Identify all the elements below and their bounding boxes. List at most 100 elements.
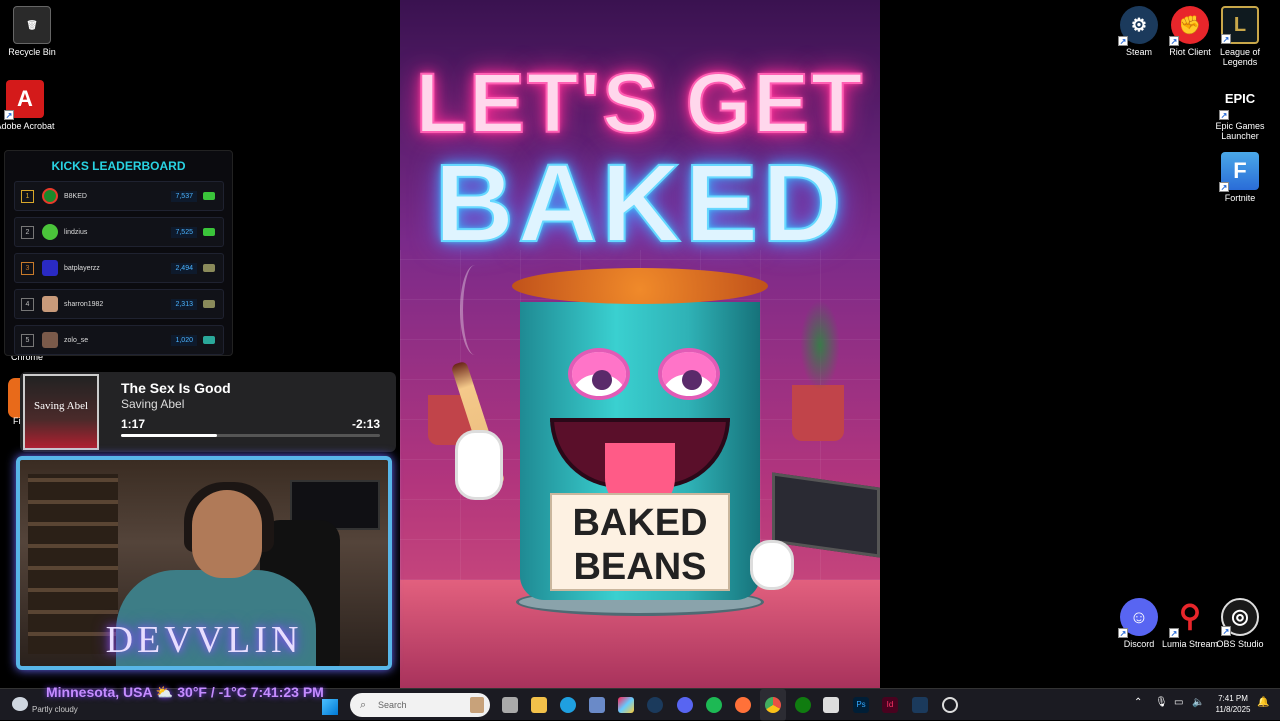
indesign-icon[interactable]: Id [882,697,898,713]
taskbar-weather[interactable]: Partly cloudy [32,705,78,714]
volume-icon[interactable]: 🔈 [1192,697,1204,708]
desktop-icon-epic-games[interactable]: EPIC ↗ Epic Games Launcher [1208,80,1272,141]
obs-taskbar-icon[interactable] [942,697,958,713]
wallpaper-poster: LET'S GET BAKED BAKED BEANS [400,0,880,688]
leaderboard-row: 2 lindzius 7,525 [14,217,224,247]
obs-icon: ◎ ↗ [1221,598,1259,636]
can-hand-right [750,540,794,590]
copilot-icon[interactable] [618,697,634,713]
taskbar-clock[interactable]: 7:41 PM 11/8/2025 [1210,693,1256,715]
icon-label: OBS Studio [1216,639,1264,649]
icon-label: Discord [1123,639,1155,649]
store-icon[interactable] [589,697,605,713]
icon-label: League of Legends [1219,47,1261,67]
webcam-overlay: DEVVLIN [16,456,392,670]
can-label: BAKED BEANS [550,493,730,591]
task-view-icon[interactable] [502,697,518,713]
steam-taskbar-icon[interactable] [647,697,663,713]
avatar [42,188,58,204]
icon-label: Fortnite [1224,193,1256,203]
photoshop-icon[interactable]: Ps [853,697,869,713]
kicks-leaderboard: KICKS LEADERBOARD 1 B8KED 7,537 2 lindzi… [4,150,233,356]
start-icon[interactable] [322,699,338,715]
track-artist: Saving Abel [121,397,185,411]
desktop-icon-recycle-bin[interactable]: 🗑 Recycle Bin [0,6,64,57]
search-icon: ⌕ [360,699,367,711]
lumia-icon: ⚲ ↗ [1169,600,1201,638]
network-icon[interactable]: ▭ [1174,697,1183,708]
desktop-icon-obs-studio[interactable]: ◎ ↗ OBS Studio [1208,598,1272,649]
leaderboard-name: sharron1982 [64,300,104,308]
discord-taskbar-icon[interactable] [677,697,693,713]
leaderboard-name: B8KED [64,192,87,200]
kick-badge-icon [203,192,215,200]
microphone-icon[interactable]: 🎙 [1155,697,1168,708]
league-icon: L ↗ [1221,6,1259,44]
smoke [460,265,490,355]
leaderboard-title: KICKS LEADERBOARD [51,159,186,173]
kick-badge-icon [203,336,215,344]
leaderboard-score: 7,537 [171,190,197,202]
rank-badge: 2 [21,225,34,239]
now-playing-widget: Saving Abel The Sex Is Good Saving Abel … [20,372,396,452]
clock-date: 11/8/2025 [1215,705,1251,714]
progress-bar [121,434,380,437]
streamer-name-logo: DEVVLIN [105,619,303,661]
spotify-icon[interactable] [706,697,722,713]
can-hand-left [455,430,503,500]
search-highlight-icon [470,697,484,713]
kick-badge-icon [203,228,215,236]
icon-label: Adobe Acrobat [0,121,55,131]
fortnite-icon: F ↗ [1219,152,1259,192]
firefox-icon[interactable] [735,697,751,713]
streamer-face [192,490,262,578]
icon-label: Riot Client [1169,47,1211,57]
desktop: 🗑 Recycle Bin A ↗ Adobe Acrobat ⚙ ↗ Steam … [0,0,1280,688]
can-beans [512,268,768,304]
album-art-text: Saving Abel [33,400,89,412]
avatar [42,296,58,312]
steam-2-icon[interactable] [912,697,928,713]
leaderboard-score: 2,494 [171,262,197,274]
clock-time: 7:41 PM [1218,694,1248,703]
xbox-icon[interactable] [795,697,811,713]
kick-badge-icon [203,264,215,272]
chrome-active-highlight [760,689,786,721]
poster-headline-2: BAKED [433,141,846,266]
can-label-line-2: BEANS [573,546,707,588]
riot-icon: ✊ ↗ [1169,6,1209,46]
snipping-tool-icon[interactable] [823,697,839,713]
desktop-icon-adobe-acrobat[interactable]: A ↗ Adobe Acrobat [0,80,57,131]
notifications-icon[interactable]: 🔔 [1257,697,1269,708]
leaderboard-row: 4 sharron1982 2,313 [14,289,224,319]
search-input[interactable]: ⌕ Search [350,693,490,717]
leaderboard-score: 1,020 [171,334,197,346]
rank-badge: 3 [21,261,34,275]
leaderboard-name: batplayerzz [64,264,100,272]
remaining-time: -2:13 [351,417,380,431]
leaderboard-row: 1 B8KED 7,537 [14,181,224,211]
kick-badge-icon [203,300,215,308]
progress-fill [121,434,217,437]
weather-icon[interactable] [12,697,28,711]
plant-right [800,300,840,390]
rank-badge: 1 [21,189,34,203]
recycle-bin-icon: 🗑 [13,6,51,44]
desktop-icon-league[interactable]: L ↗ League of Legends [1208,6,1272,67]
discord-icon: ☺ ↗ [1118,598,1158,638]
weather-clock-overlay: Minnesota, USA ⛅ 30°F / -1°C 7:41:23 PM [46,684,324,700]
file-explorer-icon[interactable] [531,697,547,713]
epic-icon: EPIC ↗ [1219,80,1259,120]
desktop-icon-fortnite[interactable]: F ↗ Fortnite [1208,152,1272,203]
leaderboard-row: 5 zolo_se 1,020 [14,325,224,355]
rank-badge: 4 [21,297,34,311]
chevron-up-icon[interactable]: ⌃ [1134,697,1142,708]
poster-headline-1: LET'S GET [415,55,865,151]
icon-label: Epic Games Launcher [1215,121,1265,141]
icon-label: Steam [1125,47,1152,57]
can-eye-left [568,348,630,400]
edge-icon[interactable] [560,697,576,713]
track-title: The Sex Is Good [121,380,231,396]
can-eye-right [658,348,720,400]
avatar [42,260,58,276]
